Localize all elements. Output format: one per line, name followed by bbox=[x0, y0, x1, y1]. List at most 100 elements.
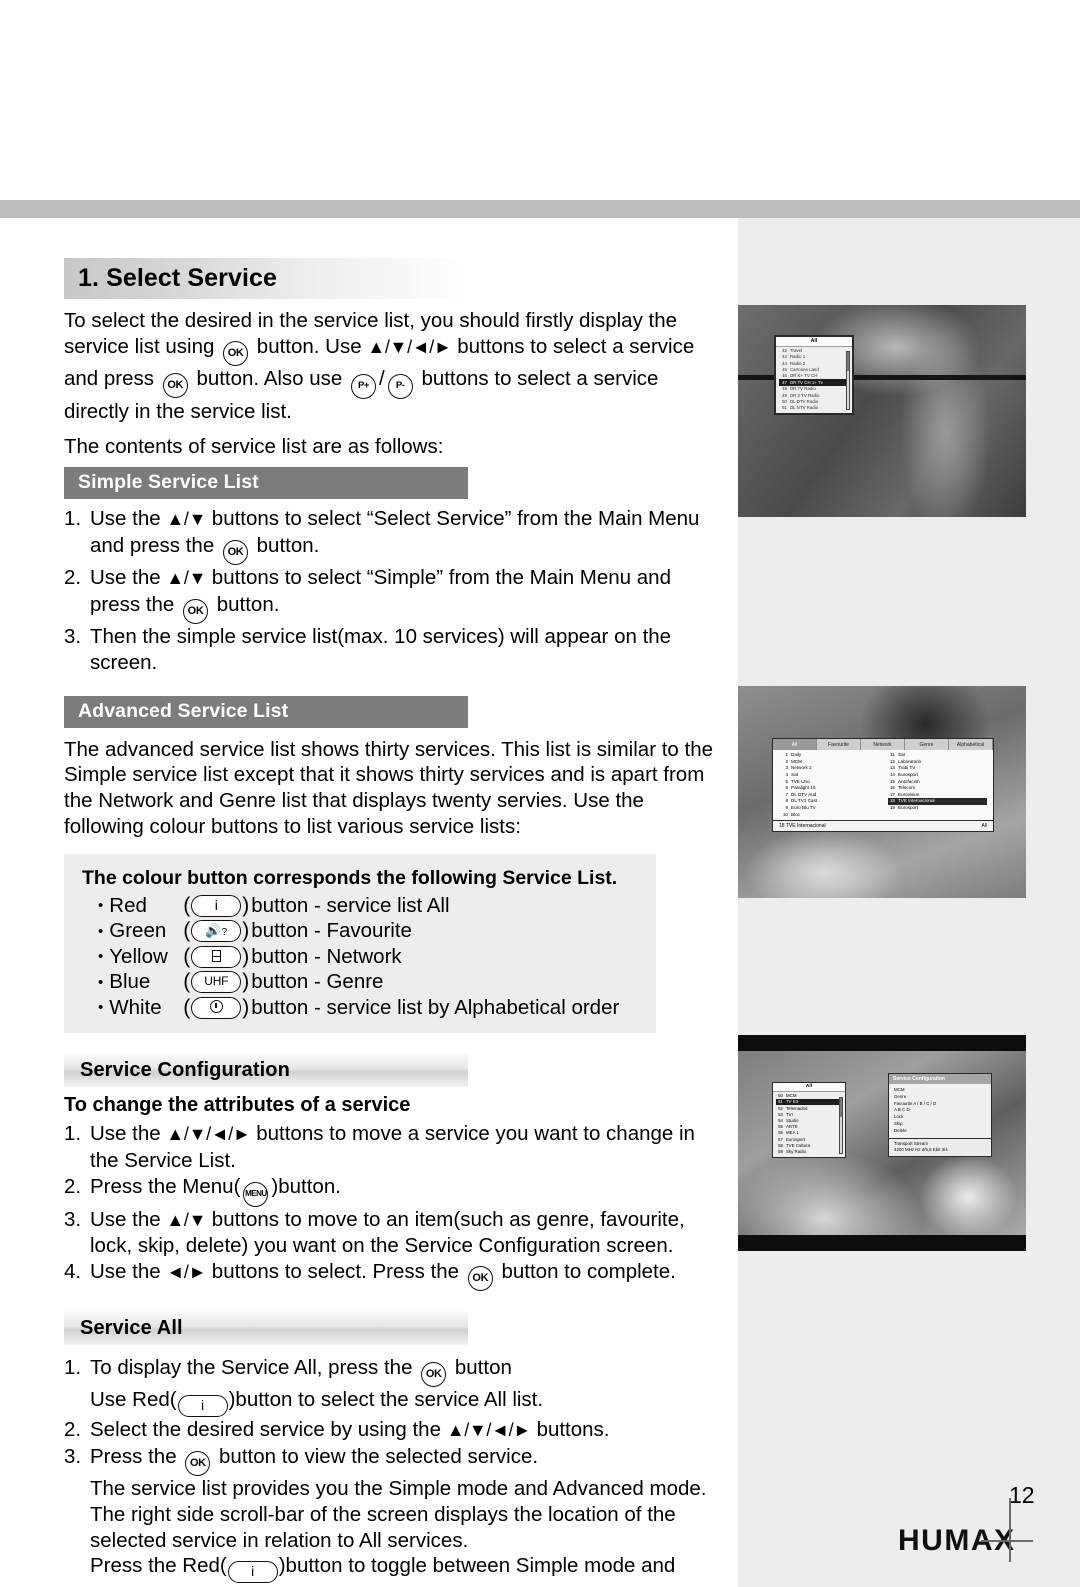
cfg-foot-text: 4200 MHz Hz 4/5,6 Kbit 3/4 bbox=[894, 1147, 948, 1153]
bullet-icon: • bbox=[98, 897, 104, 915]
paren-open: ( bbox=[183, 970, 191, 994]
list-item: 1. Use the ▲/▼/◄/► buttons to move a ser… bbox=[64, 1121, 724, 1174]
uhf-key-icon: UHF bbox=[191, 971, 242, 994]
list-item: • White ( ) button - service list by Alp… bbox=[82, 995, 656, 1021]
step-text-a: Use the bbox=[90, 566, 161, 590]
table-row: 50 DL DTV Radio bbox=[782, 398, 819, 404]
paren-open: ( bbox=[183, 944, 191, 968]
osd-rows: 50 MCM 51 TV E3 52 Telemadrid 53 TVI 54 Studi… bbox=[773, 1092, 845, 1157]
logo-crosshair-vertical bbox=[1009, 1498, 1011, 1562]
list-item: 4. Use the ◄/► buttons to select. Press … bbox=[64, 1259, 724, 1292]
ok-key-icon: OK bbox=[223, 340, 249, 366]
intro-text-d: button. Also use bbox=[196, 366, 343, 390]
ok-key-icon: OK bbox=[467, 1266, 493, 1292]
table-row: 12 Laboratorio bbox=[889, 758, 922, 764]
list-item: 1. To display the Service All, press the… bbox=[64, 1355, 724, 1418]
osd-scrollbar bbox=[839, 1097, 843, 1154]
step-number: 1. bbox=[64, 1356, 82, 1380]
main-content: 1. Select Service To select the desired … bbox=[64, 258, 724, 1587]
osd-tabs: All Favourite Network Genre Alphabetical bbox=[773, 739, 993, 750]
humax-logo: HUMAX bbox=[898, 1498, 1033, 1564]
leftright-arrows: ◄/► bbox=[166, 1262, 207, 1283]
step-number: 3. bbox=[64, 1445, 82, 1469]
scrollbar-thumb bbox=[840, 1098, 842, 1117]
list-item: • Blue ( UHF ) button - Genre bbox=[82, 969, 656, 995]
paren-close: ) bbox=[242, 970, 250, 994]
step-text-c: button. bbox=[256, 534, 320, 558]
step-text-b: buttons to select. Press the bbox=[211, 1260, 460, 1284]
osd-scrollbar bbox=[846, 351, 850, 411]
table-row: 19 Eurosport bbox=[889, 805, 918, 811]
cfg-line: Favourite A / B / C / D bbox=[894, 1100, 937, 1106]
colour-button-action: button - service list All bbox=[251, 893, 450, 917]
paren-close: ) bbox=[242, 893, 250, 917]
paren-open: ( bbox=[183, 995, 191, 1019]
osd-advanced-list: All Favourite Network Genre Alphabetical… bbox=[772, 738, 994, 832]
table-row: 44 Radio 2 bbox=[782, 360, 806, 366]
intro-arrows-1: ▲/▼/◄/► bbox=[367, 336, 452, 357]
colour-button-action: button - Genre bbox=[251, 970, 384, 994]
ok-key-icon: OK bbox=[162, 372, 188, 398]
paren-close: ) bbox=[242, 995, 250, 1019]
osd-simple-list: All 42 Travel 43 Radio 1 44 Radio 2 45 Carto… bbox=[774, 335, 854, 416]
colour-name: Blue bbox=[109, 970, 151, 994]
updown-arrows: ▲/▼ bbox=[166, 568, 207, 589]
step-text-a: Use the bbox=[90, 1122, 161, 1146]
ok-key-icon: OK bbox=[421, 1362, 447, 1388]
service-configuration-steps: 1. Use the ▲/▼/◄/► buttons to move a ser… bbox=[64, 1121, 724, 1292]
table-row: 14 Eurosport bbox=[889, 772, 918, 778]
step-text-b: button to view the selected service. bbox=[219, 1445, 539, 1469]
list-item: • Yellow ( ) button - Network bbox=[82, 944, 656, 970]
cfg-line: Skip bbox=[894, 1120, 903, 1126]
step-text-c: Use Red( bbox=[90, 1388, 177, 1412]
colour-name: Green bbox=[109, 919, 167, 943]
colour-name: White bbox=[109, 995, 162, 1019]
list-item: • Green ( 🔊? ) button - Favourite bbox=[82, 918, 656, 944]
step-text-a: Use the bbox=[90, 507, 161, 531]
tab-network: Network bbox=[861, 739, 905, 750]
step-text-a: To display the Service All, press the bbox=[90, 1356, 413, 1380]
dialog-footer: Transport Stream 4200 MHz Hz 4/5,6 Kbit … bbox=[889, 1138, 991, 1157]
step-text-b: button bbox=[454, 1356, 512, 1380]
table-row: 9 Euro Blu TV bbox=[785, 805, 816, 811]
four-way-arrows: ▲/▼/◄/► bbox=[166, 1124, 251, 1145]
colour-button-action: button - Favourite bbox=[251, 919, 412, 943]
osd-rows: 42 Travel 43 Radio 1 44 Radio 2 45 Cartoons … bbox=[776, 347, 852, 414]
step-number: 2. bbox=[64, 1418, 82, 1442]
table-row: 1 Daily bbox=[785, 752, 802, 758]
table-row: 43 Radio 1 bbox=[782, 354, 806, 360]
table-row: 6 Paralight 15 bbox=[785, 785, 816, 791]
paren-close: ) bbox=[242, 919, 250, 943]
section-heading-simple-service-list: Simple Service List bbox=[64, 467, 468, 500]
status-right: All bbox=[981, 822, 987, 829]
scrollbar-thumb bbox=[847, 352, 849, 372]
list-item: 3. Press the OK button to view the selec… bbox=[64, 1444, 724, 1587]
table-row: 51 DL NTV Radio bbox=[782, 405, 819, 411]
intro-paragraph: To select the desired in the service lis… bbox=[64, 309, 695, 423]
step-subline-2: Press the Red(i)button to toggle between… bbox=[90, 1553, 724, 1587]
table-row: 7 DL DTV Aud bbox=[785, 791, 817, 797]
colour-button-callout: The colour button corresponds the follow… bbox=[64, 853, 656, 1034]
header-rule bbox=[0, 200, 1080, 218]
ok-key-icon: OK bbox=[222, 540, 248, 566]
list-item: 3. Then the simple service list(max. 10 … bbox=[64, 624, 724, 676]
list-item: 1. Use the ▲/▼ buttons to select “Select… bbox=[64, 506, 724, 566]
tv-key-icon bbox=[191, 945, 242, 968]
bullet-icon: • bbox=[98, 999, 104, 1017]
intro-text-b: button. Use bbox=[256, 334, 362, 358]
list-item: 2. Select the desired service by using t… bbox=[64, 1417, 724, 1444]
audio-key-icon: 🔊? bbox=[191, 920, 242, 943]
osd-title: All bbox=[776, 337, 852, 347]
step-text-c: button. bbox=[216, 592, 280, 616]
osd-service-configuration-dialog: Service Configuration MCM Genre Favourit… bbox=[888, 1073, 992, 1158]
step-number: 2. bbox=[64, 1174, 82, 1198]
info-key-icon: i bbox=[227, 1561, 278, 1584]
colour-button-action: button - service list by Alphabetical or… bbox=[251, 995, 620, 1019]
step-text-b: buttons. bbox=[536, 1418, 610, 1442]
table-row: 8 DL TV1 Cast bbox=[785, 798, 818, 804]
colour-button-action: button - Network bbox=[251, 944, 402, 968]
page-title: 1. Select Service bbox=[64, 258, 474, 299]
table-row: 42 Travel bbox=[782, 347, 803, 353]
list-item: 2. Use the ▲/▼ buttons to select “Simple… bbox=[64, 565, 724, 624]
service-configuration-screenshot: All 50 MCM 51 TV E3 52 Telemadrid 53 TVI 54 S… bbox=[738, 1035, 1026, 1251]
